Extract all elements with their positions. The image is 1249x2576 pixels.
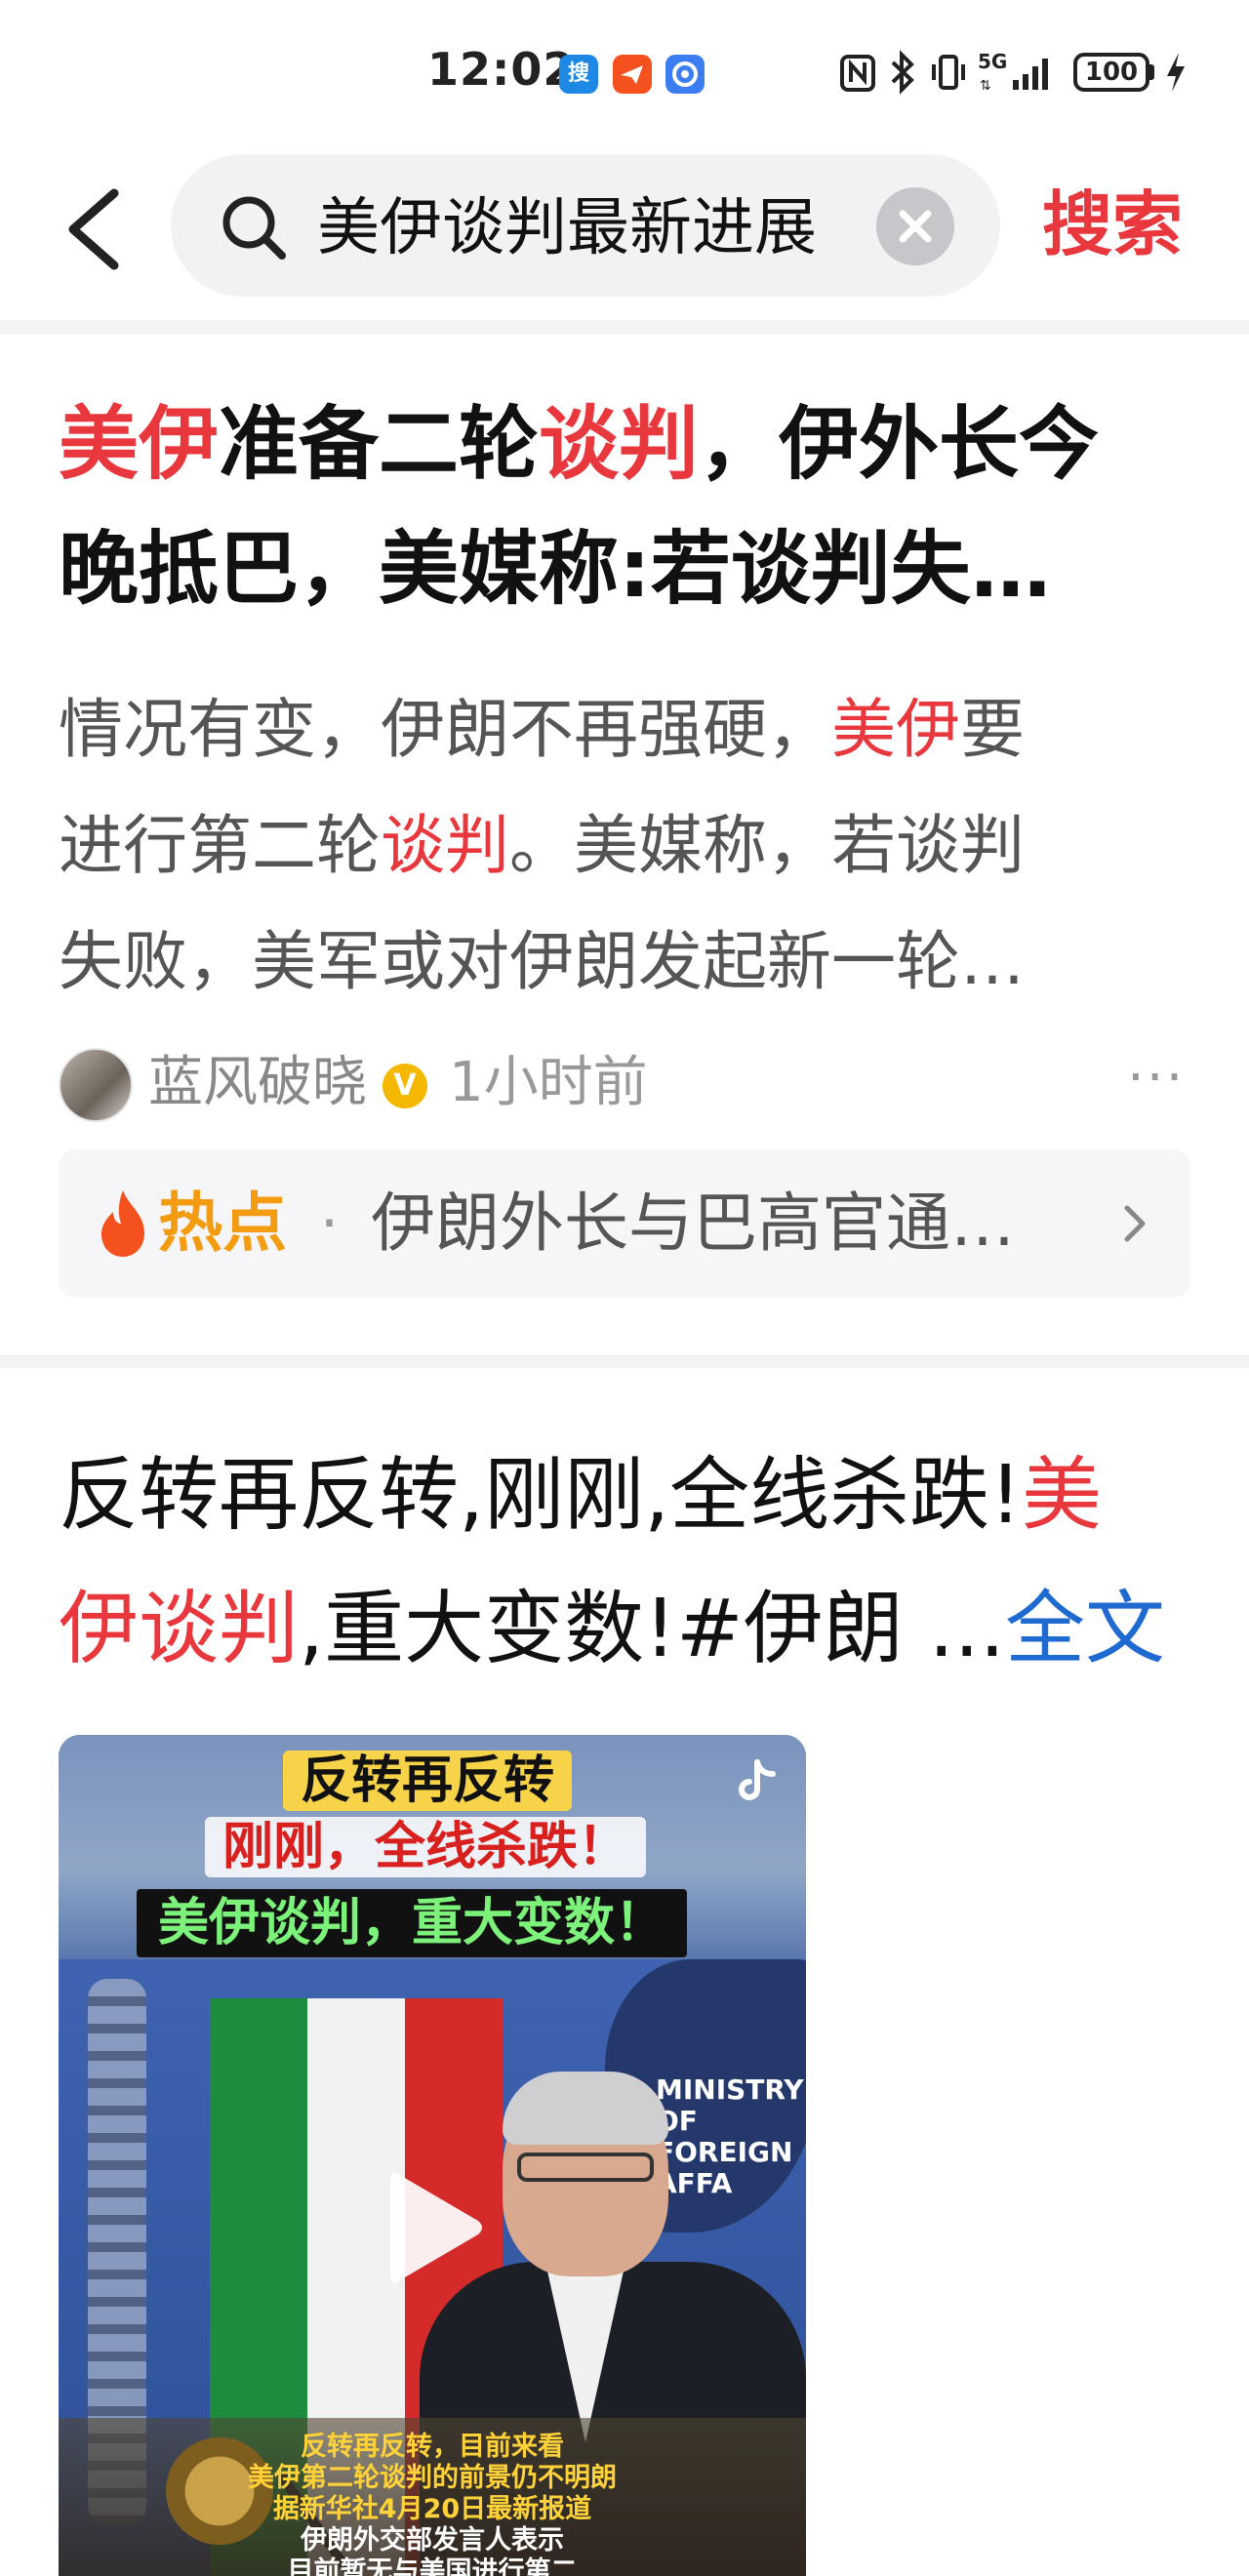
publish-time: 1小时前 [449, 1051, 648, 1114]
video-subtitle: 目前暂无与美国进行第二 [287, 2556, 578, 2576]
battery-tip [1149, 64, 1154, 80]
summary-text: 要 [960, 692, 1025, 767]
status-bar: 12:02 搜 5G ⇅ 100 [0, 0, 1249, 146]
video-subtitle: 美伊第二轮谈判的前景仍不明朗 [248, 2463, 617, 2493]
speaker-hair [503, 2072, 668, 2145]
hot-label: 热点 [158, 1186, 287, 1261]
glasses [517, 2153, 654, 2182]
status-time: 12:02 [427, 43, 576, 96]
search-header: 美伊谈判最新进展 搜索 [0, 146, 1249, 317]
divider [0, 320, 1249, 334]
title-text: ，伊外长今 [699, 398, 1100, 491]
card2-title-line1: 反转再反转,刚刚,全线杀跌!美 [59, 1429, 1210, 1562]
back-arrow-icon[interactable] [54, 176, 132, 283]
video-subtitle: 反转再反转，目前来看 [301, 2432, 564, 2462]
title-highlight: 美 [1022, 1449, 1103, 1542]
summary-highlight: 谈判 [381, 808, 509, 883]
summary-text: 情况有变，伊朗不再强硬， [59, 692, 831, 767]
flame-icon [101, 1190, 144, 1257]
title-text: 准备二轮 [219, 398, 540, 491]
summary-line: 进行第二轮谈判。美媒称，若谈判 [59, 787, 1142, 904]
summary-text: 进行第二轮 [59, 808, 381, 883]
more-options-button[interactable]: ··· [1127, 1044, 1185, 1112]
tiktok-icon [739, 1759, 776, 1800]
battery-indicator: 100 [1073, 53, 1149, 92]
video-subtitle: 据新华社4月20日最新报道 [272, 2494, 592, 2524]
title-highlight: 美伊 [59, 398, 220, 491]
divider [0, 1354, 1249, 1368]
svg-text:⇅: ⇅ [980, 78, 991, 94]
video-thumbnail[interactable]: MINISTRY OF FOREIGN AFFA 反转再反转 刚刚，全线杀跌！ … [59, 1735, 806, 2576]
author-name[interactable]: 蓝风破晓 [148, 1044, 367, 1122]
verified-badge-icon: V [383, 1064, 427, 1108]
separator-dot: · [320, 1189, 340, 1258]
vibrate-icon [932, 55, 965, 90]
paper-plane-icon [613, 55, 652, 94]
card1-title-line1: 美伊准备二轮谈判，伊外长今 [59, 382, 1200, 507]
summary-line: 情况有变，伊朗不再强硬，美伊要 [59, 671, 1142, 787]
signal-5g-icon: 5G ⇅ [978, 50, 1048, 94]
card2-title[interactable]: 反转再反转,刚刚,全线杀跌!美 伊谈判,重大变数!#伊朗 ...全文 [59, 1429, 1210, 1696]
video-caption: 刚刚，全线杀跌！ [205, 1817, 647, 1877]
bluetooth-icon [891, 50, 914, 95]
card2-title-line2: 伊谈判,重大变数!#伊朗 ...全文 [59, 1562, 1210, 1696]
search-icon [222, 196, 286, 260]
search-box[interactable]: 美伊谈判最新进展 [171, 154, 1000, 297]
title-highlight: 谈判 [539, 398, 700, 491]
chevron-right-icon [1124, 1205, 1146, 1242]
title-highlight: 伊谈判 [59, 1583, 300, 1675]
clear-icon[interactable] [876, 187, 954, 265]
svg-text:5G: 5G [978, 50, 1007, 73]
ministry-sign: MINISTRY OF FOREIGN AFFA [656, 2073, 804, 2199]
play-icon[interactable] [381, 2164, 488, 2291]
search-app-icon: 搜 [559, 55, 598, 94]
title-text: 反转再反转,刚刚,全线杀跌! [59, 1449, 1023, 1542]
avatar[interactable] [59, 1048, 133, 1122]
search-button[interactable]: 搜索 [1042, 185, 1183, 263]
charging-icon [1167, 53, 1185, 92]
shield-app-icon [665, 55, 705, 94]
card1-title-line2: 晚抵巴，美媒称:若谈判失… [59, 523, 1051, 616]
video-subtitle: 伊朗外交部发言人表示 [301, 2525, 564, 2556]
video-caption: 美伊谈判，重大变数！ [137, 1889, 688, 1957]
video-caption: 反转再反转 [283, 1751, 573, 1811]
hot-topic-text: 伊朗外长与巴高官通… [371, 1186, 1015, 1261]
summary-line: 失败，美军或对伊朗发起新一轮… [59, 924, 1025, 999]
summary-text: 。美媒称，若谈判 [509, 808, 1025, 883]
card1-summary: 情况有变，伊朗不再强硬，美伊要 进行第二轮谈判。美媒称，若谈判 失败，美军或对伊… [59, 671, 1142, 1020]
nfc-icon [840, 55, 875, 92]
card1-meta: 蓝风破晓 V 1小时前 ··· [59, 1044, 1190, 1122]
hot-topic-link[interactable]: 热点 · 伊朗外长与巴高官通… [59, 1149, 1190, 1298]
card1-title[interactable]: 美伊准备二轮谈判，伊外长今 晚抵巴，美媒称:若谈判失… [59, 382, 1200, 632]
title-text: ,重大变数!#伊朗 ... [299, 1583, 1005, 1675]
summary-highlight: 美伊 [831, 692, 960, 767]
full-text-link[interactable]: 全文 [1005, 1583, 1165, 1675]
search-input[interactable]: 美伊谈判最新进展 [317, 189, 864, 267]
